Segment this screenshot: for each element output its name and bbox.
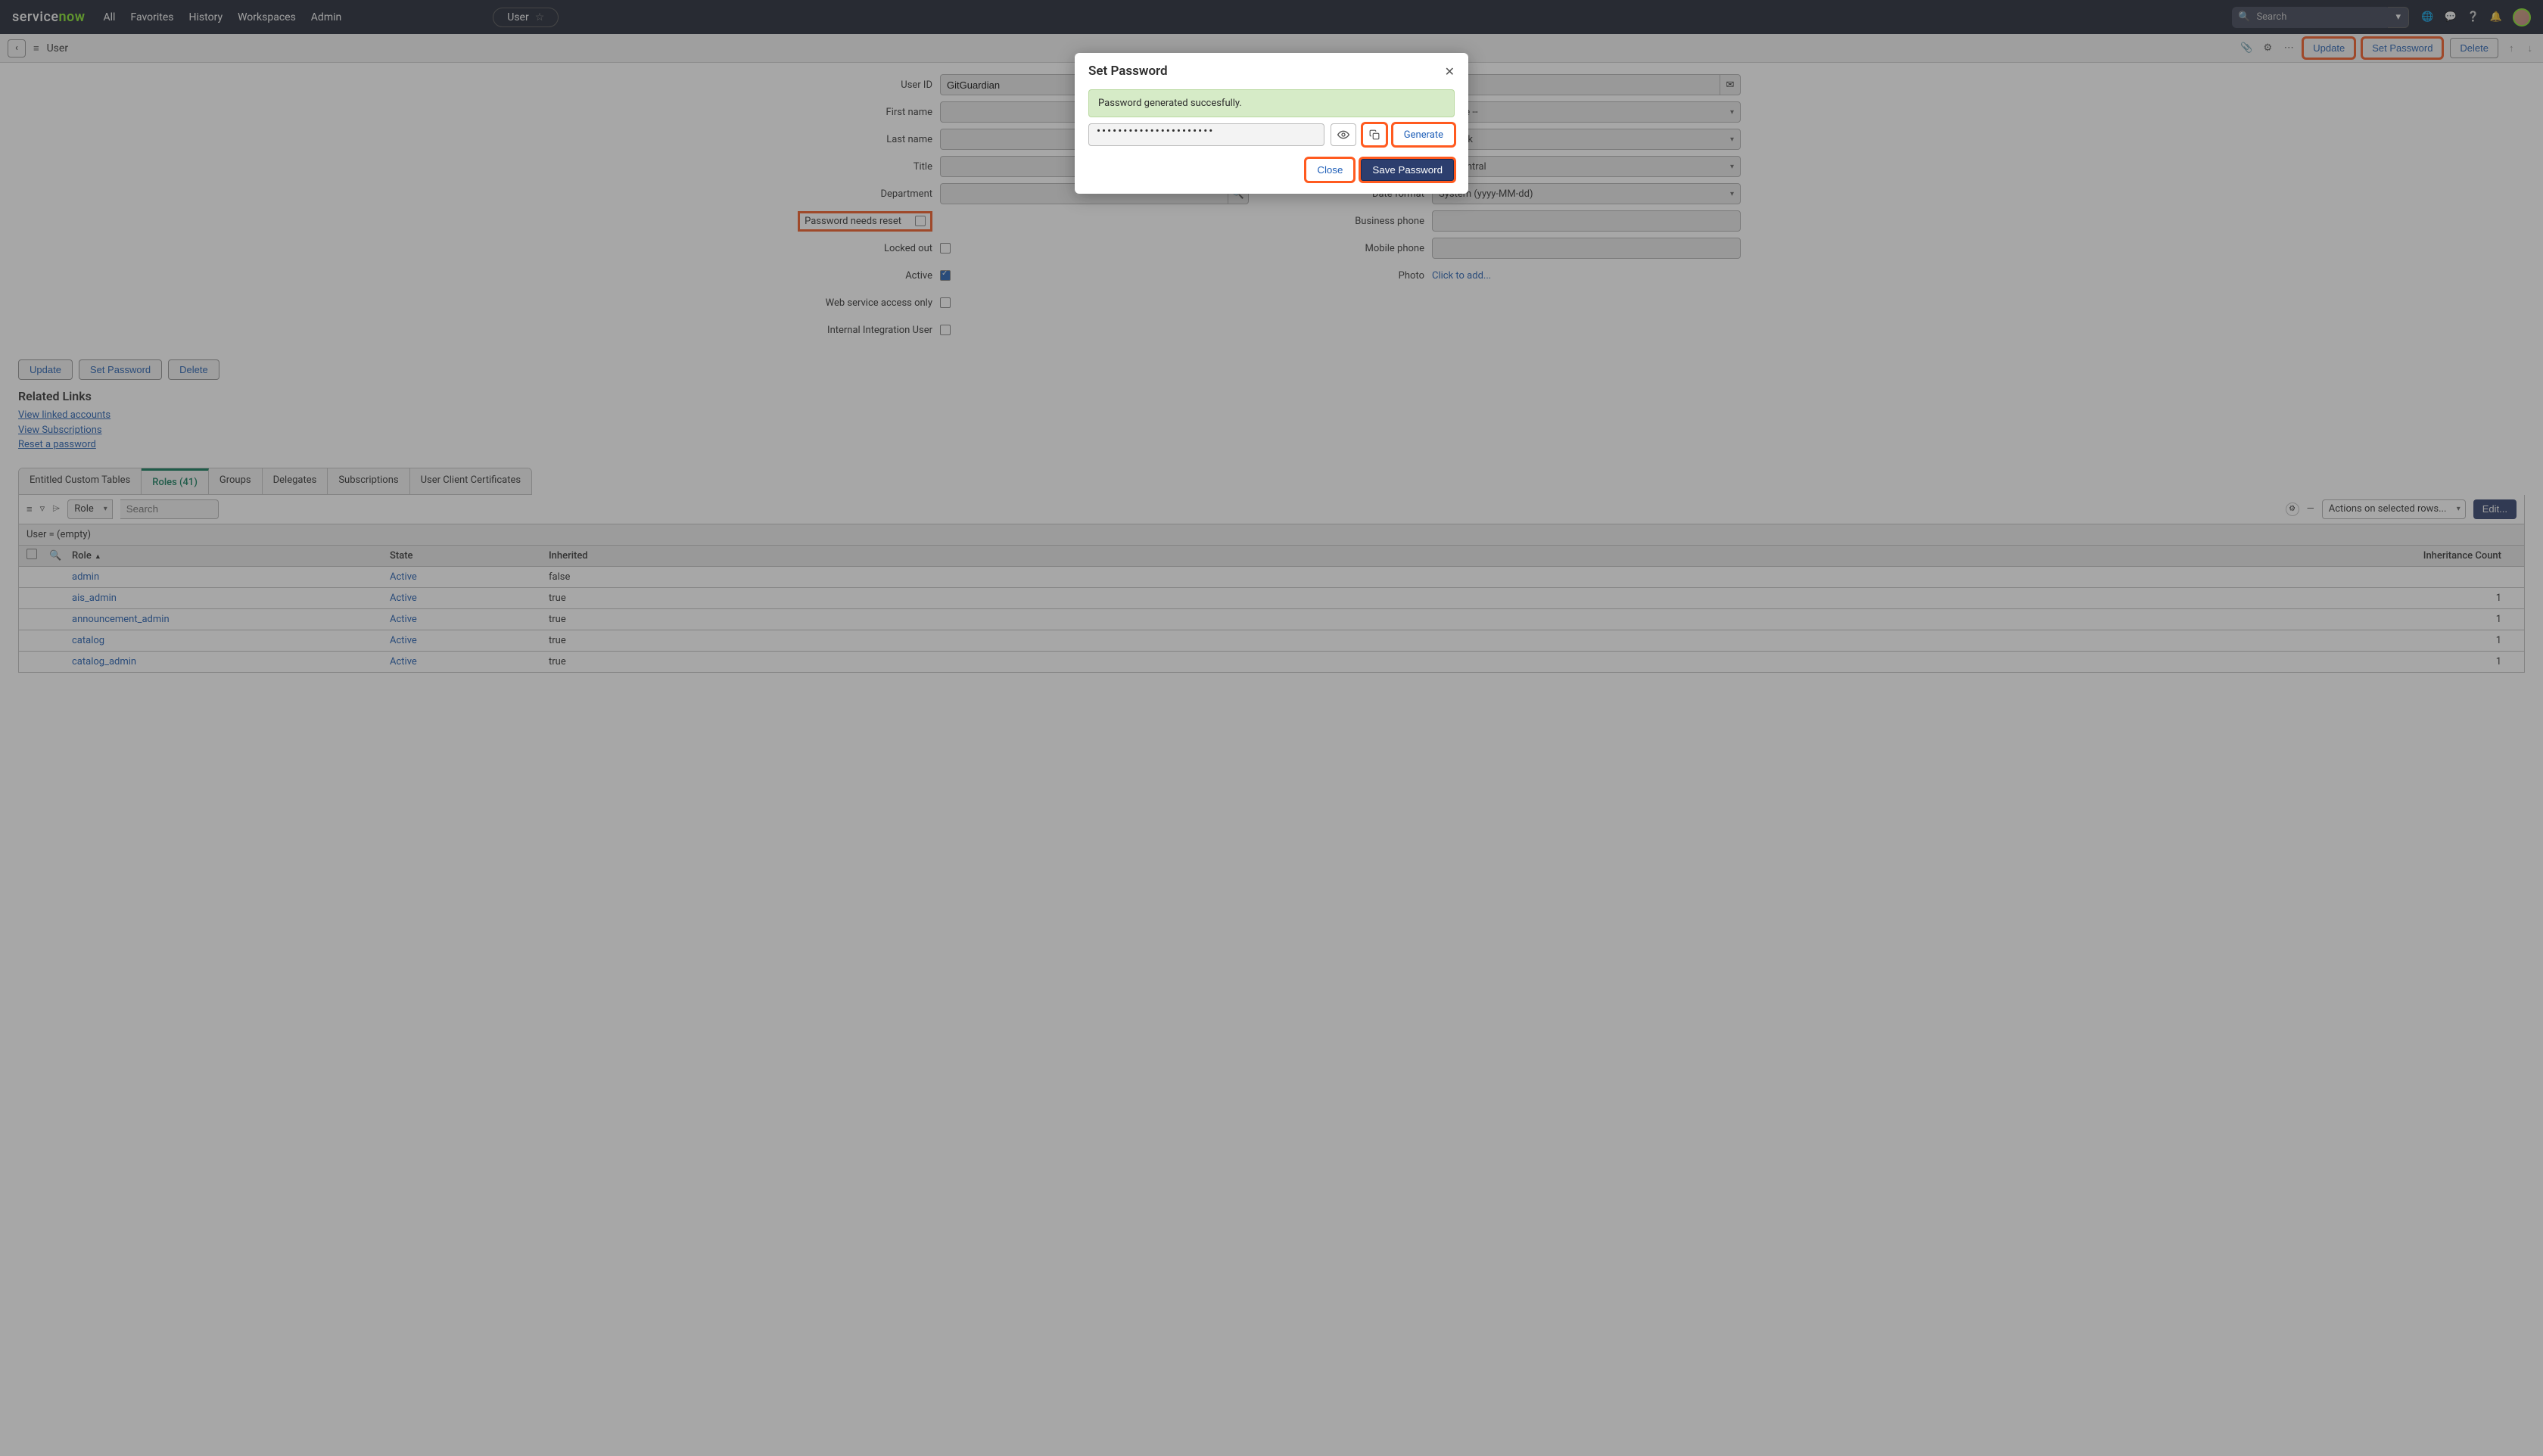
generate-button[interactable]: Generate <box>1393 123 1455 146</box>
success-banner: Password generated succesfully. <box>1088 89 1455 117</box>
close-icon[interactable]: ✕ <box>1445 64 1455 79</box>
close-button[interactable]: Close <box>1306 158 1354 182</box>
modal-overlay: Set Password ✕ Password generated succes… <box>0 0 2543 1456</box>
save-password-button[interactable]: Save Password <box>1360 158 1455 182</box>
password-field[interactable]: •••••••••••••••••••••• <box>1088 123 1324 146</box>
eye-icon[interactable] <box>1331 123 1356 146</box>
copy-icon[interactable] <box>1362 123 1387 146</box>
modal-title: Set Password <box>1088 64 1168 79</box>
set-password-modal: Set Password ✕ Password generated succes… <box>1075 53 1468 194</box>
